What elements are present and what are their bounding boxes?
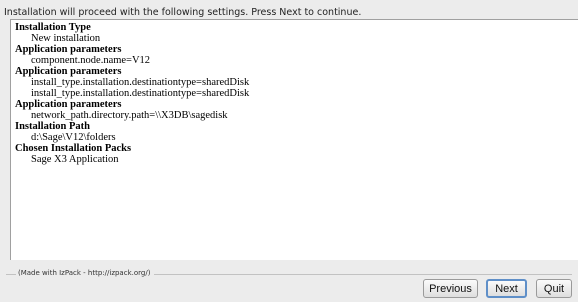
section-title: Chosen Installation Packs bbox=[15, 143, 132, 154]
summary-section: Application parameters install_type.inst… bbox=[15, 66, 578, 99]
section-value: New installation bbox=[31, 33, 101, 44]
summary-panel: Installation Type New installation Appli… bbox=[10, 19, 578, 260]
quit-button[interactable]: Quit bbox=[536, 279, 572, 298]
previous-button[interactable]: Previous bbox=[423, 279, 478, 298]
section-title: Installation Type bbox=[15, 22, 91, 33]
section-value: install_type.installation.destinationtyp… bbox=[31, 77, 250, 88]
section-title: Application parameters bbox=[15, 44, 122, 55]
summary-section: Chosen Installation Packs Sage X3 Applic… bbox=[15, 143, 578, 165]
izpack-credit: (Made with IzPack - http://izpack.org/) bbox=[16, 269, 155, 277]
summary-content: Installation Type New installation Appli… bbox=[11, 20, 578, 165]
summary-section: Installation Type New installation bbox=[15, 22, 578, 44]
intro-text: Installation will proceed with the follo… bbox=[4, 7, 362, 18]
summary-section: Application parameters network_path.dire… bbox=[15, 99, 578, 121]
section-value: d:\Sage\V12\folders bbox=[31, 132, 116, 143]
section-value: component.node.name=V12 bbox=[31, 55, 151, 66]
section-title: Application parameters bbox=[15, 99, 122, 110]
section-value: network_path.directory.path=\\X3DB\saged… bbox=[31, 110, 228, 121]
next-button[interactable]: Next bbox=[486, 279, 527, 298]
section-title: Application parameters bbox=[15, 66, 122, 77]
section-value: install_type.installation.destinationtyp… bbox=[31, 88, 250, 99]
summary-section: Application parameters component.node.na… bbox=[15, 44, 578, 66]
summary-section: Installation Path d:\Sage\V12\folders bbox=[15, 121, 578, 143]
section-value: Sage X3 Application bbox=[31, 154, 119, 165]
section-title: Installation Path bbox=[15, 121, 90, 132]
